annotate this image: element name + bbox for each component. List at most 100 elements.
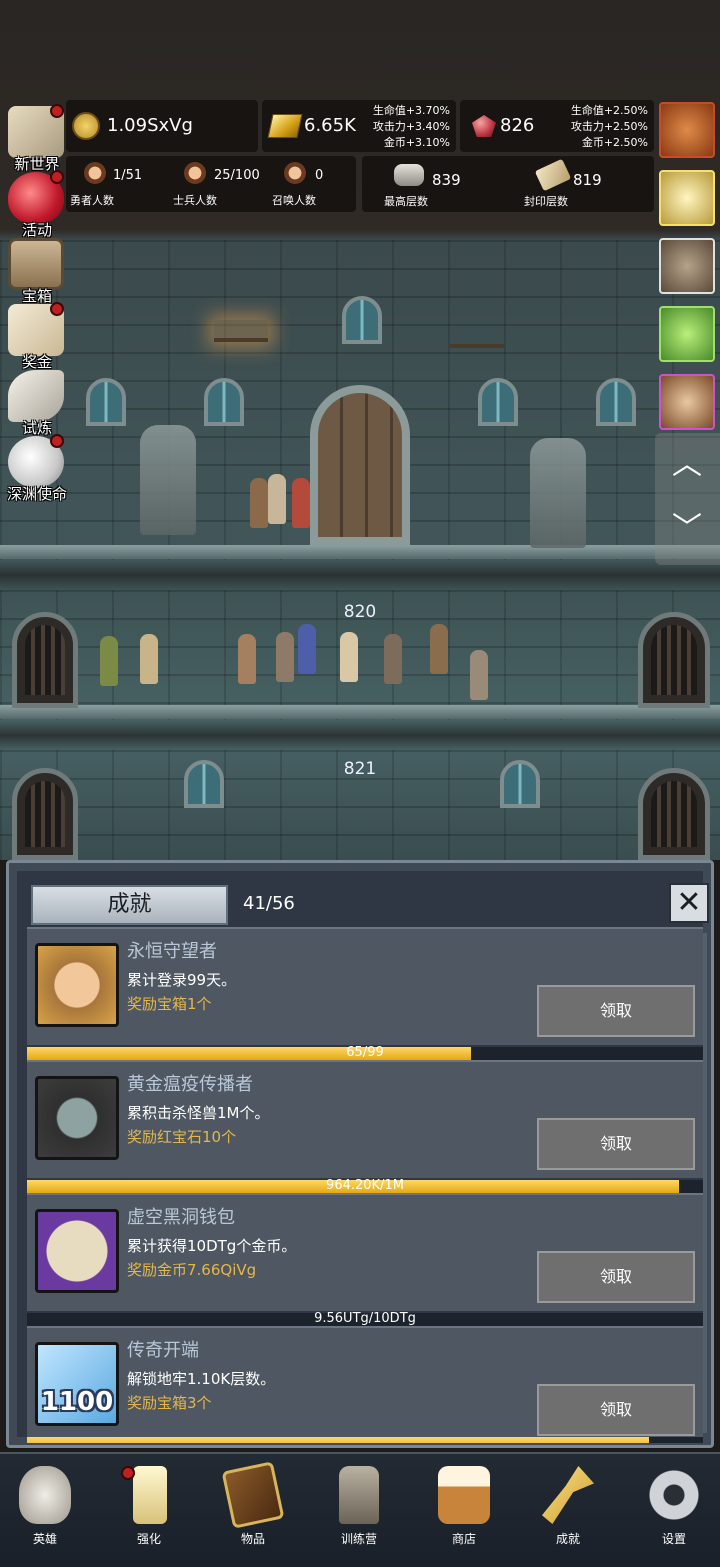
- notification-badge: [50, 170, 64, 184]
- summon-count-value: 0: [315, 168, 324, 183]
- hero-character: [430, 624, 448, 674]
- chevron-up-icon[interactable]: ︿: [669, 447, 705, 483]
- summon-head-icon: [284, 162, 306, 184]
- coins-panel: 1.09SxVg: [66, 100, 258, 152]
- coins-value: 1.09SxVg: [107, 115, 193, 136]
- floor-number: 821: [343, 759, 377, 779]
- hero-character: [276, 632, 294, 682]
- claim-button[interactable]: 领取: [537, 1251, 695, 1303]
- nav-shop-label: 商店: [451, 1532, 476, 1546]
- claim-button[interactable]: 领取: [537, 1118, 695, 1170]
- chevron-down-icon[interactable]: ﹀: [669, 511, 705, 547]
- achievement-scrollbar[interactable]: [703, 933, 707, 1433]
- soldier-count-label: 士兵人数: [173, 194, 217, 207]
- nav-settings[interactable]: 设置: [634, 1462, 714, 1552]
- hero-character: [384, 634, 402, 684]
- achievement-title: 成就: [31, 885, 228, 925]
- gold-bonus-atk: 攻击力+3.40%: [372, 120, 450, 133]
- ruby-panel: 826 生命值+2.50% 攻击力+2.50% 金币+2.50%: [460, 100, 654, 152]
- floor-ledge: [0, 545, 720, 559]
- achievement-item-title: 永恒守望者: [127, 941, 217, 962]
- skull-icon: [19, 1466, 71, 1524]
- gold-panel: 6.65K 生命值+3.70% 攻击力+3.40% 金币+3.10%: [262, 100, 456, 152]
- hero-character: [140, 634, 158, 684]
- achievement-count: 41/56: [243, 893, 295, 914]
- book-icon: [221, 1461, 285, 1529]
- feather-icon: [8, 370, 64, 422]
- achievement-item-reward: 奖励红宝石10个: [127, 1128, 237, 1146]
- tombstone-icon: [394, 164, 424, 186]
- map-1100-text: 1100: [40, 1387, 114, 1417]
- nav-training-label: 训练营: [340, 1532, 377, 1546]
- soldier-head-icon: [184, 162, 206, 184]
- lantern-icon: [339, 1466, 379, 1524]
- pumpkin-icon[interactable]: [659, 102, 715, 158]
- nav-settings-label: 设置: [661, 1532, 686, 1546]
- achievement-item-desc: 解锁地牢1.10K层数。: [127, 1370, 276, 1388]
- treasure-chest-button[interactable]: 宝箱: [4, 236, 68, 305]
- backpack-icon[interactable]: [659, 238, 715, 294]
- claim-button[interactable]: 领取: [537, 985, 695, 1037]
- knight-statue: [140, 425, 196, 535]
- nav-items[interactable]: 物品: [213, 1461, 293, 1552]
- claim-button[interactable]: 领取: [537, 1384, 695, 1436]
- nav-heroes-label: 英雄: [32, 1532, 57, 1546]
- window: [596, 378, 636, 426]
- achievement-item-reward: 奖励宝箱3个: [127, 1394, 212, 1412]
- nav-training[interactable]: 训练营: [319, 1462, 399, 1552]
- progress-text: 9.56UTg/10DTg: [314, 1311, 416, 1326]
- nav-heroes[interactable]: 英雄: [5, 1462, 85, 1552]
- achievement-item-desc: 累积击杀怪兽1M个。: [127, 1104, 270, 1122]
- monster-character: [470, 650, 488, 700]
- candle-icon[interactable]: [659, 170, 715, 226]
- new-world-button[interactable]: 新世界: [4, 104, 68, 173]
- achievement-item: 虚空黑洞钱包 累计获得10DTg个金币。 奖励金币7.66QiVg 领取: [27, 1193, 703, 1311]
- progress-text: 65/99: [346, 1045, 384, 1060]
- coin-icon: [35, 1209, 119, 1293]
- achievement-item-reward: 奖励金币7.66QiVg: [127, 1261, 257, 1279]
- progress-text: 964.20K/1M: [326, 1178, 404, 1193]
- ruby-icon: [472, 115, 496, 137]
- abyss-mission-label: 深渊使命: [6, 485, 67, 503]
- beer-mug-icon: [438, 1466, 490, 1524]
- window: [204, 378, 244, 426]
- candle-icon: [133, 1466, 167, 1524]
- hero-count-label: 勇者人数: [70, 194, 114, 207]
- notification-badge: [121, 1466, 135, 1480]
- achievement-progress-bar: 9.56UTg/10DTg: [27, 1311, 703, 1326]
- hero-portrait-icon[interactable]: [659, 374, 715, 430]
- knight-statue: [530, 438, 586, 548]
- chest-icon: [8, 238, 64, 290]
- achievement-progress-bar: 65/99: [27, 1045, 703, 1060]
- achievement-item-title: 黄金瘟疫传播者: [127, 1074, 253, 1095]
- event-button[interactable]: 活动: [4, 170, 68, 239]
- max-floor-label: 最高层数: [384, 195, 428, 208]
- gear-icon: [648, 1466, 700, 1524]
- slime-icon[interactable]: [659, 306, 715, 362]
- hero-count-value: 1/51: [113, 168, 143, 183]
- achievement-item-desc: 累计登录99天。: [127, 971, 237, 989]
- bonus-button[interactable]: 奖金: [4, 302, 68, 371]
- ruby-bonus-hp: 生命值+2.50%: [570, 104, 648, 117]
- achievement-item: 永恒守望者 累计登录99天。 奖励宝箱1个 领取: [27, 927, 703, 1045]
- notification-badge: [50, 302, 64, 316]
- nav-enhance[interactable]: 强化: [109, 1462, 189, 1552]
- nav-shop[interactable]: 商店: [424, 1462, 504, 1552]
- window: [478, 378, 518, 426]
- nav-achievements[interactable]: 成就: [528, 1462, 608, 1552]
- hero-character: [250, 478, 268, 528]
- floor-navigation: ︿ ﹀: [655, 433, 720, 565]
- hooded-monster-icon: [35, 1076, 119, 1160]
- achievement-progress-bar: 964.20K/1M: [27, 1178, 703, 1193]
- hero-head-icon: [84, 162, 106, 184]
- gold-bar-icon: [267, 114, 303, 138]
- close-button[interactable]: ✕: [669, 883, 709, 923]
- trial-button[interactable]: 试炼: [4, 368, 68, 437]
- floor-ledge: [0, 705, 720, 719]
- abyss-mission-button[interactable]: 深渊使命: [4, 434, 68, 503]
- hero-character: [292, 478, 310, 528]
- cell-door: [12, 612, 78, 708]
- nav-enhance-label: 强化: [136, 1532, 161, 1546]
- hero-character: [100, 636, 118, 686]
- soldier-count-value: 25/100: [214, 168, 260, 183]
